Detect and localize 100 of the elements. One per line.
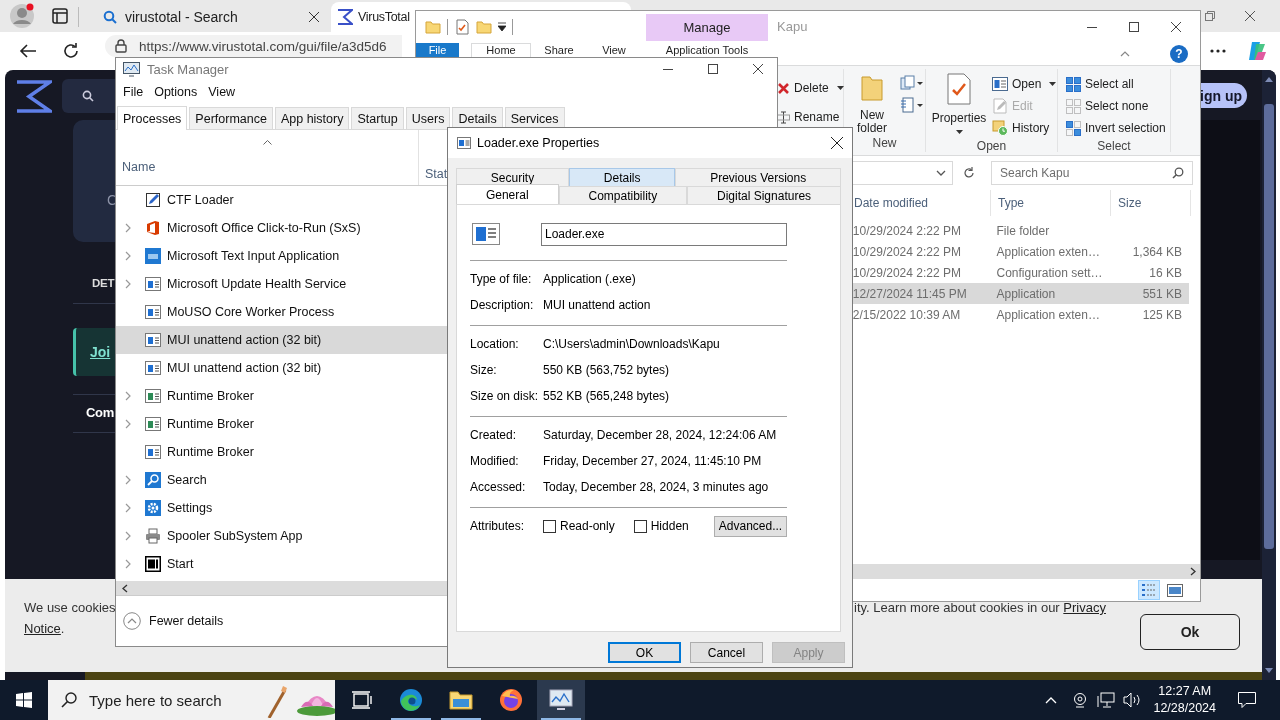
edit-icon [992,98,1008,114]
notification-icon[interactable] [1238,692,1256,708]
chevron-icon[interactable] [125,391,132,401]
scroll-down-icon[interactable] [1265,668,1273,674]
ribbon-button[interactable]: Select all [1066,73,1170,95]
ribbon-button[interactable]: Delete [777,77,844,99]
checkbox[interactable]: Hidden [633,519,689,533]
ribbon-button[interactable]: History [992,117,1057,139]
sort-icon[interactable] [262,140,272,145]
maximize-icon[interactable] [1129,22,1139,32]
tab[interactable]: Previous Versions [675,168,841,186]
new-item-icon[interactable] [900,75,924,91]
address-field[interactable]: https://www.virustotal.com/gui/file/a3d5d6 [105,35,402,57]
menu-item[interactable]: View [208,84,236,99]
network-icon[interactable] [1097,692,1116,708]
column-header[interactable]: Name [122,160,156,174]
chevron-icon[interactable] [125,503,132,513]
properties-button[interactable]: Properties [928,69,990,139]
tab[interactable]: Security [456,168,569,186]
volume-icon[interactable] [1123,692,1142,708]
tab-actions-icon[interactable] [52,8,68,24]
refresh-icon[interactable] [963,167,975,179]
chevron-icon[interactable] [125,223,132,233]
close-icon[interactable] [1171,22,1181,32]
tab[interactable]: Performance [189,107,273,129]
reload-icon[interactable] [62,42,80,60]
ribbon-tab[interactable]: Application Tools [646,43,768,57]
search-field[interactable]: Search Kapu [991,161,1193,185]
notice-link[interactable]: Notice [24,621,61,636]
scroll-left-icon[interactable] [122,583,128,593]
tab[interactable]: Digital Signatures [687,186,841,204]
menu-item[interactable]: Options [154,84,198,99]
taskbar-button[interactable] [537,680,585,720]
tab[interactable]: General [456,184,559,204]
search-field[interactable]: Type here to search [48,680,335,720]
privacy-link[interactable]: Privacy [1063,600,1106,615]
column-header[interactable]: Stat [419,130,448,185]
chevron-icon[interactable] [125,559,132,569]
chevron-icon[interactable] [125,279,132,289]
tab[interactable]: Users [405,107,451,129]
close-icon[interactable] [309,12,319,22]
maximize-icon[interactable] [708,64,718,74]
scroll-up-icon[interactable] [1265,76,1273,82]
advanced-button[interactable]: Advanced... [714,515,787,537]
view-mode-button[interactable] [1138,580,1160,600]
clock[interactable]: 12:27 AM 12/28/2024 [1153,683,1216,717]
start-icon[interactable] [16,692,32,708]
more-icon[interactable] [1210,49,1226,53]
dropdown-icon[interactable] [936,170,946,176]
tab[interactable]: Services [504,107,565,129]
browser-tab[interactable]: virustotal - Search [93,2,329,32]
help-button[interactable]: ? [1170,45,1188,63]
close-icon[interactable] [1245,11,1255,21]
ribbon-tab[interactable]: View [587,43,641,57]
new-folder-button[interactable]: New folder [848,69,896,136]
sign-up-button[interactable]: ign up [1200,83,1247,108]
section-heading: DET [92,277,115,289]
chevron-icon[interactable] [125,251,132,261]
fewer-details-button[interactable]: Fewer details [123,596,224,646]
ribbon-tab[interactable]: File [416,43,459,57]
window-icon [992,77,1008,91]
tab[interactable]: Startup [351,107,404,129]
tab[interactable]: Details [569,168,676,186]
tab[interactable]: Processes [117,106,188,130]
chevron-icon[interactable] [125,531,132,541]
logo-icon[interactable] [15,79,52,113]
assistant-icon[interactable] [1246,40,1268,62]
join-link[interactable]: Joi [90,344,111,360]
restore-icon[interactable] [1205,11,1215,21]
properties-icon[interactable] [454,19,470,35]
chevron-up-icon[interactable] [1045,696,1058,704]
close-icon[interactable] [753,64,763,74]
column-header[interactable]: Size [1111,190,1191,216]
menu-item[interactable]: File [123,84,144,99]
checkbox[interactable]: Read-only [543,519,615,533]
column-header[interactable]: Type [991,190,1111,216]
back-icon[interactable] [19,43,37,59]
scroll-right-icon[interactable] [1190,567,1196,576]
file-name-field[interactable]: Loader.exe [541,222,787,246]
tab[interactable]: App history [274,107,350,129]
tab[interactable]: Compatibility [558,186,688,204]
ribbon-button[interactable]: Select none [1066,95,1170,117]
chevron-icon[interactable] [125,419,132,429]
chevron-icon[interactable] [125,475,132,485]
ribbon-button[interactable]: Rename [777,106,840,128]
scrollbar-thumb[interactable] [1264,104,1274,549]
dropdown-icon[interactable] [498,22,506,32]
collapse-icon[interactable] [1120,51,1130,57]
table-cell-text: Application exten… [995,307,1101,322]
dialog-button[interactable]: OK [608,642,681,663]
document-icon[interactable] [900,97,924,113]
dialog-button[interactable]: Cancel [690,642,763,663]
ribbon-tab[interactable]: Share [531,43,587,57]
close-icon[interactable] [831,137,843,149]
profile-icon[interactable] [9,3,35,29]
ribbon-button[interactable]: Open [992,73,1057,95]
tab[interactable]: Details [452,107,503,129]
ribbon-tab[interactable]: Home [471,43,531,57]
ok-button[interactable]: Ok [1140,614,1240,650]
ribbon-button[interactable]: Invert selection [1066,117,1170,139]
